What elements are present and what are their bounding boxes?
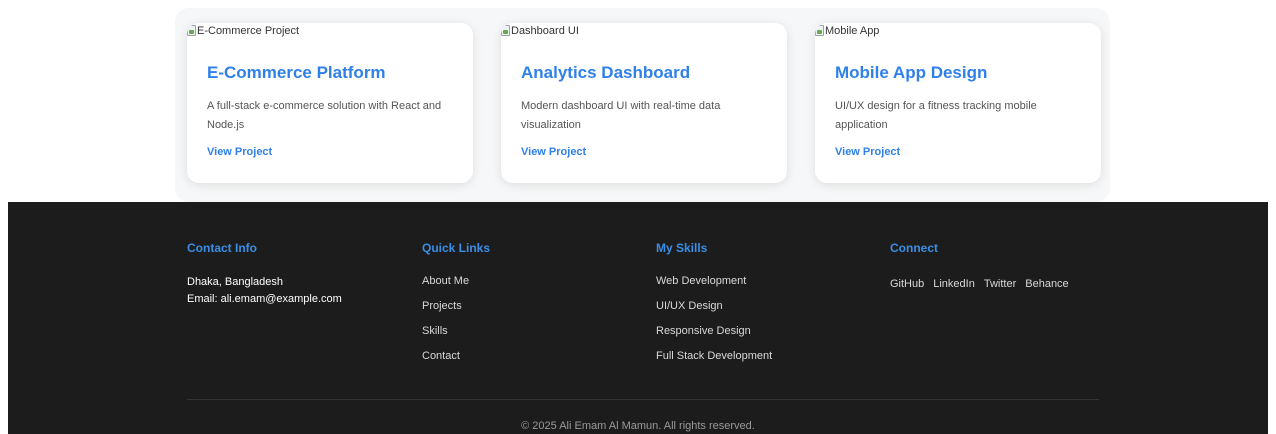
footer-heading-connect: Connect bbox=[890, 241, 938, 255]
social-link-twitter[interactable]: Twitter bbox=[984, 278, 1016, 290]
footer-link-contact[interactable]: Contact bbox=[422, 349, 490, 374]
project-image-mobile: Mobile App bbox=[815, 23, 1101, 41]
project-card-ecommerce: E-Commerce Project E-Commerce Platform A… bbox=[187, 23, 473, 183]
footer-link-projects[interactable]: Projects bbox=[422, 299, 490, 324]
footer-heading-skills: My Skills bbox=[656, 241, 708, 255]
project-title: E-Commerce Platform bbox=[207, 63, 386, 82]
footer-heading-quick-links: Quick Links bbox=[422, 241, 491, 255]
view-project-link[interactable]: View Project bbox=[835, 146, 900, 158]
projects-section: E-Commerce Project E-Commerce Platform A… bbox=[0, 0, 1276, 202]
broken-image-icon bbox=[187, 25, 196, 36]
project-title: Mobile App Design bbox=[835, 63, 988, 82]
footer-skill-ui-ux-design[interactable]: UI/UX Design bbox=[656, 299, 772, 324]
social-link-linkedin[interactable]: LinkedIn bbox=[933, 278, 975, 290]
project-card-dashboard: Dashboard UI Analytics Dashboard Modern … bbox=[501, 23, 787, 183]
image-alt-text: E-Commerce Project bbox=[197, 25, 300, 37]
view-project-link[interactable]: View Project bbox=[207, 146, 272, 158]
project-image-dashboard: Dashboard UI bbox=[501, 23, 787, 41]
footer-skill-web-development[interactable]: Web Development bbox=[656, 274, 772, 299]
site-footer: Contact Info Dhaka, Bangladesh Email: al… bbox=[8, 202, 1268, 434]
project-description: UI/UX design for a fitness tracking mobi… bbox=[835, 100, 1037, 131]
social-links: GitHub LinkedIn Twitter Behance bbox=[890, 274, 1078, 292]
contact-location: Dhaka, Bangladesh bbox=[187, 276, 284, 288]
footer-contact-column: Contact Info Dhaka, Bangladesh Email: al… bbox=[187, 241, 342, 308]
project-image-ecommerce: E-Commerce Project bbox=[187, 23, 473, 41]
project-description: A full-stack e-commerce solution with Re… bbox=[207, 100, 442, 131]
footer-skills-column: My Skills Web Development UI/UX Design R… bbox=[656, 241, 772, 374]
footer-quick-links-column: Quick Links About Me Projects Skills Con… bbox=[422, 241, 490, 374]
footer-skill-full-stack[interactable]: Full Stack Development bbox=[656, 349, 772, 374]
footer-skill-responsive-design[interactable]: Responsive Design bbox=[656, 324, 772, 349]
skills-list: Web Development UI/UX Design Responsive … bbox=[656, 274, 772, 374]
project-title: Analytics Dashboard bbox=[521, 63, 691, 82]
social-link-behance[interactable]: Behance bbox=[1025, 278, 1068, 290]
image-alt-text: Dashboard UI bbox=[511, 25, 579, 37]
footer-link-skills[interactable]: Skills bbox=[422, 324, 490, 349]
broken-image-icon bbox=[815, 25, 824, 36]
footer-link-about[interactable]: About Me bbox=[422, 274, 490, 299]
project-card-mobile: Mobile App Mobile App Design UI/UX desig… bbox=[815, 23, 1101, 183]
project-description: Modern dashboard UI with real-time data … bbox=[521, 100, 721, 131]
footer-copyright: © 2025 Ali Emam Al Mamun. All rights res… bbox=[521, 420, 755, 432]
footer-connect-column: Connect GitHub LinkedIn Twitter Behance bbox=[890, 241, 1078, 292]
image-alt-text: Mobile App bbox=[825, 25, 880, 37]
contact-email: Email: ali.emam@example.com bbox=[187, 293, 342, 305]
broken-image-icon bbox=[501, 25, 510, 36]
view-project-link[interactable]: View Project bbox=[521, 146, 586, 158]
social-link-github[interactable]: GitHub bbox=[890, 278, 924, 290]
quick-links-list: About Me Projects Skills Contact bbox=[422, 274, 490, 374]
footer-heading-contact: Contact Info bbox=[187, 241, 257, 255]
footer-divider bbox=[187, 399, 1099, 400]
